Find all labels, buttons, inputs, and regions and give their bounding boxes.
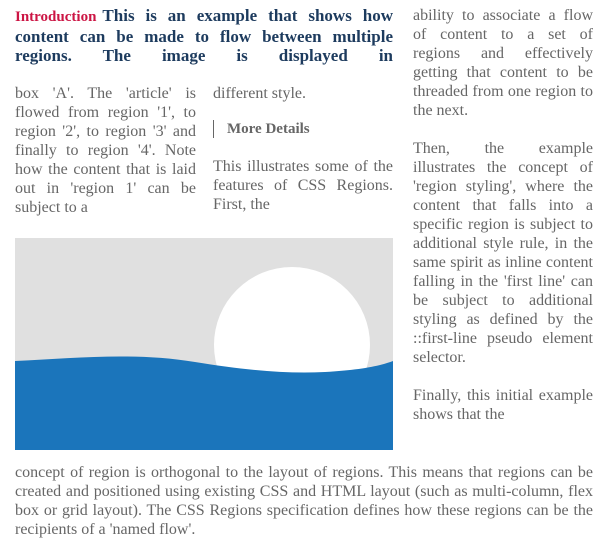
region-3-paragraph: Finally, this initial example shows that… bbox=[413, 387, 593, 423]
region-3: ability to associate a flow of content t… bbox=[413, 6, 593, 424]
more-details-heading: More Details bbox=[213, 120, 393, 138]
sunset-figure bbox=[15, 238, 393, 450]
headline-region: Introduction This is an example that show… bbox=[15, 6, 393, 65]
sunset-illustration bbox=[15, 238, 393, 450]
region-2: different style. More Details This illus… bbox=[213, 84, 393, 214]
region-2-continuation: different style. bbox=[213, 85, 307, 102]
region-4-text: concept of region is orthogonal to the l… bbox=[15, 464, 593, 538]
region-3-paragraph: ability to associate a flow of content t… bbox=[413, 7, 593, 119]
region-1: box 'A'. The 'article' is flowed from re… bbox=[15, 84, 196, 217]
region-3-paragraph: Then, the example illustrates the concep… bbox=[413, 140, 593, 366]
region-4: concept of region is orthogonal to the l… bbox=[15, 463, 593, 539]
intro-label: Introduction bbox=[15, 9, 97, 25]
region-1-text: box 'A'. The 'article' is flowed from re… bbox=[15, 85, 196, 216]
region-2-text: This illustrates some of the features of… bbox=[213, 158, 393, 213]
